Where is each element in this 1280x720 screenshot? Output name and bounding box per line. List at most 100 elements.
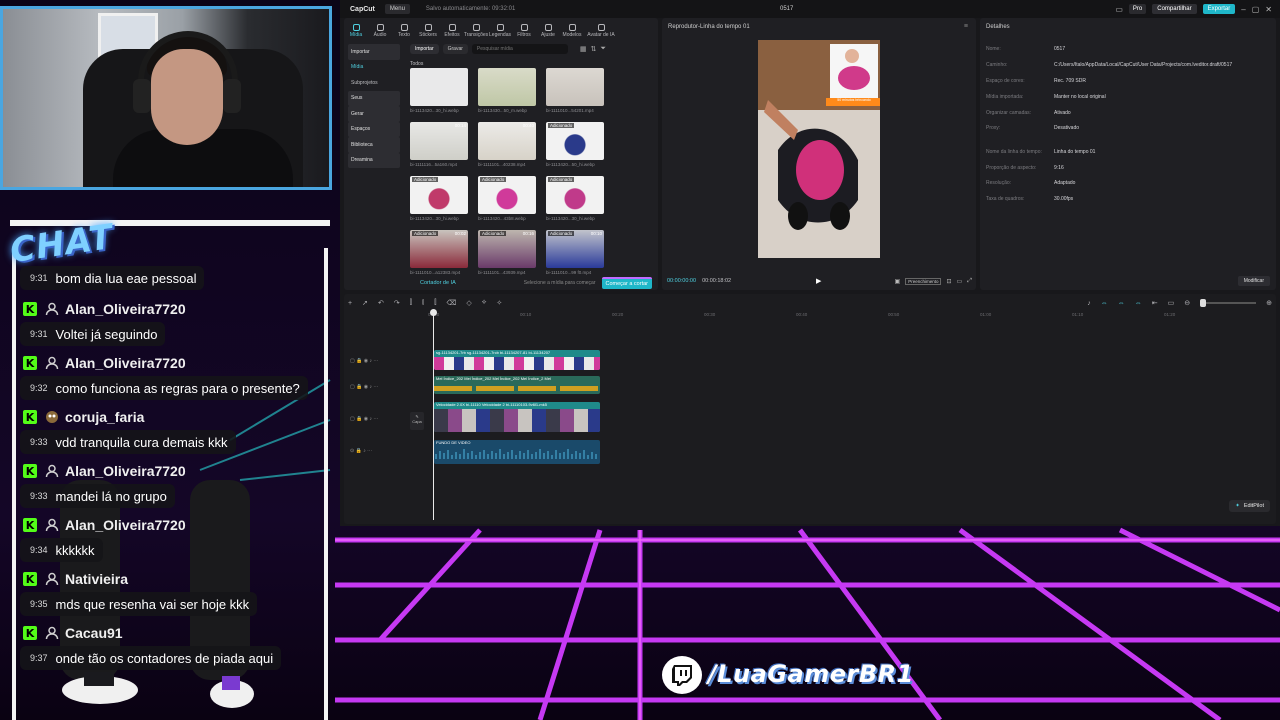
media-thumbnail[interactable]: bi-1113430...50_m.webp — [478, 68, 536, 116]
search-input[interactable] — [471, 44, 568, 54]
fit-icon[interactable]: ▭ — [1168, 299, 1175, 307]
track-controls[interactable]: ▢ 🔒 ◉ ♪ ⋯ — [350, 416, 378, 422]
tab-audio[interactable]: Áudio — [368, 18, 392, 38]
close-icon[interactable]: ✕ — [1265, 5, 1272, 14]
media-thumbnail[interactable]: Adicionado bi-1113420...30_hi.webp — [546, 176, 604, 224]
track-controls[interactable]: ▢ 🔒 ◉ ♪ ⋯ — [350, 384, 378, 390]
tab-templates[interactable]: Modelos — [560, 18, 584, 38]
player-menu-icon[interactable]: ≡ — [964, 23, 968, 30]
timeline-clip-video[interactable]: sg-11134201-7rb sg-11134201-7rcb bi-1113… — [434, 350, 600, 370]
chat-username[interactable]: Alan_Oliveira7720 — [65, 301, 186, 317]
chat-username[interactable]: Alan_Oliveira7720 — [65, 463, 186, 479]
sidebar-item-dreamina[interactable]: Dreamina — [348, 152, 400, 168]
add-track-icon[interactable]: + — [348, 300, 352, 307]
layout-icon[interactable]: ▭ — [1115, 5, 1123, 14]
record-button[interactable]: Gravar — [442, 44, 468, 54]
chat-time: 9:33 — [30, 437, 48, 447]
shield-icon[interactable]: ◇ — [466, 299, 471, 307]
chat-username[interactable]: Alan_Oliveira7720 — [65, 355, 186, 371]
export-button[interactable]: Exportar — [1202, 4, 1236, 14]
sidebar-item-generate[interactable]: Gerar — [348, 106, 400, 122]
audio-waveform — [435, 449, 597, 459]
media-thumbnail[interactable]: Adicionado 00:02 bi-1111010...a12383.mp4 — [410, 230, 468, 278]
media-thumbnail[interactable]: Adicionado bi-1113420...30_hi.webp — [410, 176, 468, 224]
zoom-in-icon[interactable]: ⊕ — [1266, 299, 1272, 307]
split-right-icon[interactable]: ⫿ — [434, 299, 436, 307]
fullscreen-icon[interactable]: ⤢ — [967, 278, 972, 285]
sidebar-item-yours[interactable]: Seus — [348, 90, 400, 106]
media-thumbnail[interactable]: bi-1113420...30_hi.webp — [410, 68, 468, 116]
minimize-icon[interactable]: – — [1241, 5, 1245, 14]
chat-username[interactable]: Cacau91 — [65, 625, 123, 641]
sidebar-item-spaces[interactable]: Espaços — [348, 121, 400, 137]
snapshot-icon[interactable]: ⊡ — [946, 278, 951, 285]
snap-icon[interactable]: ⇔ — [1135, 300, 1142, 307]
import-button[interactable]: Importar — [410, 44, 439, 54]
timeline-clip-main[interactable]: Velocidade 2.0X bi-11110 Velocidade 2 bi… — [434, 402, 600, 432]
split-icon[interactable]: ⫿ — [410, 299, 412, 307]
tab-text[interactable]: Texto — [392, 18, 416, 38]
track-controls[interactable]: ⊙ 🔒 ♪ ⋯ — [350, 448, 372, 454]
media-thumbnail[interactable]: Adicionado 00:16 bi-1111101...43939.mp4 — [478, 230, 536, 278]
pro-button[interactable]: Pro — [1128, 4, 1147, 14]
chat-time: 9:32 — [30, 383, 48, 393]
chat-username[interactable]: Alan_Oliveira7720 — [65, 517, 186, 533]
delete-icon[interactable]: ⌫ — [446, 299, 456, 307]
redo-icon[interactable]: ↷ — [394, 299, 400, 307]
magic-icon[interactable]: ✧ — [496, 299, 502, 307]
sidebar-item-subprojects[interactable]: Subprojetos — [348, 75, 400, 91]
chat-username[interactable]: coruja_faria — [65, 409, 144, 425]
link-icon[interactable]: ⇔ — [1101, 300, 1108, 307]
chat-time: 9:33 — [30, 491, 48, 501]
ai-cutter-label[interactable]: Cortador de IA — [420, 280, 456, 286]
tab-media[interactable]: Mídia — [344, 18, 368, 38]
chat-bubble: 9:32 como funciona as regras para o pres… — [20, 376, 308, 400]
filter-icon[interactable]: ⏷ — [600, 45, 606, 53]
mic-icon[interactable]: ♪ — [1087, 300, 1091, 307]
playhead[interactable] — [433, 310, 434, 520]
preview-axis-icon[interactable]: ⇤ — [1152, 299, 1158, 307]
chat-username[interactable]: Nativieira — [65, 571, 128, 587]
track-controls[interactable]: ▢ 🔒 ◉ ♪ ⋯ — [350, 358, 378, 364]
crop-icon[interactable]: ▣ — [895, 278, 901, 285]
media-thumbnail[interactable]: Adicionado bi-1113420...43b8.webp — [478, 176, 536, 224]
magnet-icon[interactable]: ⇔ — [1118, 300, 1125, 307]
modify-button[interactable]: Modificar — [1237, 276, 1270, 286]
ratio-icon[interactable]: ▭ — [957, 278, 963, 285]
media-thumbnail[interactable]: 00:14 bi-1111116...5a160.mp4 — [410, 122, 468, 170]
timeline-clip-audio[interactable]: FUNDO DE VIDEO — [434, 440, 600, 464]
menu-button[interactable]: Menu — [384, 4, 410, 14]
tab-captions[interactable]: Legendas — [488, 18, 512, 38]
media-thumbnail[interactable]: Adicionado 00:10 bi-1111010...99 f0.mp4 — [546, 230, 604, 278]
zoom-slider[interactable] — [1200, 299, 1257, 307]
tab-stickers[interactable]: Stickers — [416, 18, 440, 38]
media-thumbnail[interactable]: 00:40 bi-1111101...40238.mp4 — [478, 122, 536, 170]
play-icon[interactable]: ▶ — [816, 277, 821, 285]
zoom-out-icon[interactable]: ⊖ — [1184, 299, 1190, 307]
playhead-handle[interactable] — [430, 309, 437, 316]
share-button[interactable]: Compartilhar — [1152, 4, 1197, 14]
tab-ai-avatar[interactable]: Avatar de IA — [584, 18, 618, 38]
select-tool-icon[interactable]: ➚ — [362, 299, 368, 307]
sort-icon[interactable]: ⇅ — [591, 45, 597, 53]
sidebar-item-media[interactable]: Mídia — [348, 60, 400, 76]
undo-icon[interactable]: ↶ — [378, 299, 384, 307]
chat-bubble: 9:31 bom dia lua eae pessoal — [20, 266, 205, 290]
sidebar-item-library[interactable]: Biblioteca — [348, 137, 400, 153]
grid-view-icon[interactable]: ▦ — [580, 45, 587, 53]
media-thumbnail[interactable]: bi-1111010...54201.mp4 — [546, 68, 604, 116]
split-left-icon[interactable]: ⫾ — [422, 299, 424, 307]
maximize-icon[interactable]: ▢ — [1252, 5, 1260, 14]
freeze-icon[interactable]: ⟡ — [482, 299, 487, 307]
editpilot-button[interactable]: ✦ EditPilot — [1229, 500, 1270, 512]
tab-transitions[interactable]: Transições — [464, 18, 488, 38]
media-thumbnail[interactable]: Adicionado bi-1113420...50_hi.webp — [546, 122, 604, 170]
fill-mode-button[interactable]: Preenchimento — [905, 277, 942, 285]
tab-filters[interactable]: Filtros — [512, 18, 536, 38]
tab-effects[interactable]: Efeitos — [440, 18, 464, 38]
timeline-clip-text[interactable]: Mel Índice_202 Mel Índice_202 Mel Índice… — [434, 376, 600, 394]
tab-adjust[interactable]: Ajuste — [536, 18, 560, 38]
sidebar-item-import[interactable]: Importar — [348, 44, 400, 60]
start-cut-button[interactable]: Começar a cortar — [601, 277, 652, 289]
cover-button[interactable]: ✎ Capa — [410, 412, 424, 430]
